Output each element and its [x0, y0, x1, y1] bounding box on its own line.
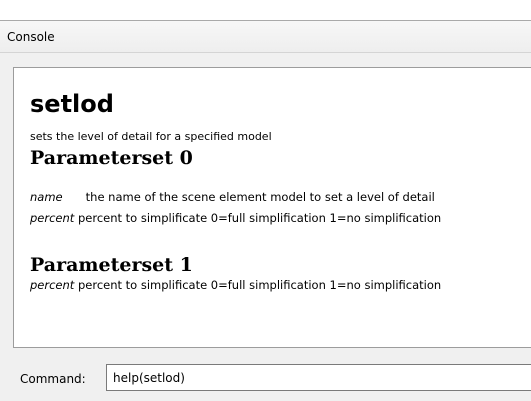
console-output[interactable]: setlod sets the level of detail for a sp…: [13, 67, 531, 348]
parameterset-heading: Parameterset 0: [30, 147, 193, 169]
parameterset-heading: Parameterset 1: [30, 254, 193, 276]
parameter-row: percent percent to simplificate 0=full s…: [30, 278, 441, 292]
parameter-row: percent percent to simplificate 0=full s…: [30, 211, 441, 225]
top-strip: [0, 0, 531, 20]
console-window: Console setlod sets the level of detail …: [0, 21, 531, 401]
command-input[interactable]: [106, 364, 531, 391]
help-command-description: sets the level of detail for a specified…: [30, 130, 272, 143]
command-label: Command:: [20, 372, 86, 386]
parameter-description: the name of the scene element model to s…: [85, 190, 435, 204]
parameter-name: percent: [30, 211, 75, 225]
parameter-row: name the name of the scene element model…: [30, 190, 435, 204]
parameter-description: percent to simplificate 0=full simplific…: [77, 278, 442, 292]
help-command-name: setlod: [30, 90, 114, 118]
console-titlebar: Console: [0, 21, 531, 53]
parameter-name: percent: [30, 278, 75, 292]
parameter-description: percent to simplificate 0=full simplific…: [77, 211, 442, 225]
command-bar: Command:: [0, 361, 531, 397]
parameter-name: name: [30, 190, 63, 204]
console-title: Console: [7, 30, 55, 44]
